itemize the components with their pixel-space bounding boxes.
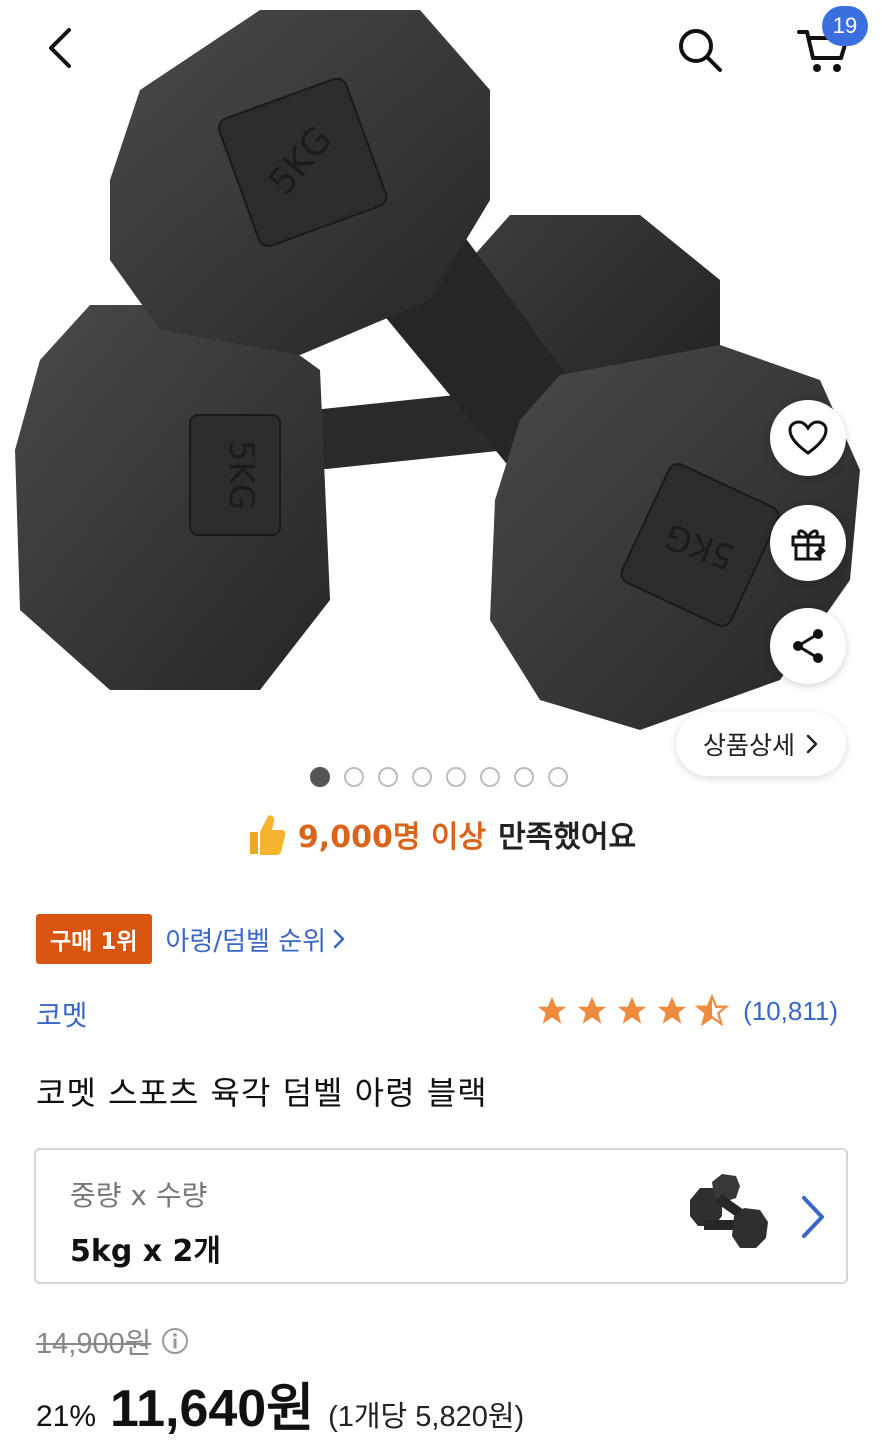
- heart-icon: [788, 420, 828, 455]
- pager-dot[interactable]: [480, 767, 500, 787]
- product-detail-button[interactable]: 상품상세: [676, 712, 846, 776]
- ranking-badge: 구매 1위: [36, 914, 152, 964]
- back-button[interactable]: [30, 18, 90, 78]
- category-ranking-label: 아령/덤벨 순위: [165, 926, 327, 957]
- original-price: 14,900원: [36, 1328, 152, 1360]
- category-ranking-link[interactable]: 아령/덤벨 순위: [166, 921, 347, 958]
- brand-link[interactable]: 코멧: [36, 994, 88, 1034]
- star-full-icon: [537, 996, 567, 1024]
- chevron-left-icon: [49, 28, 71, 68]
- chevron-right-icon: [333, 929, 345, 949]
- star-half-icon: [695, 994, 730, 1027]
- star-full-icon: [657, 996, 687, 1024]
- info-icon[interactable]: [161, 1327, 189, 1355]
- original-price-row: 14,900원: [36, 1320, 189, 1362]
- product-detail-label: 상품상세: [702, 731, 795, 760]
- star-full-icon: [577, 996, 607, 1024]
- discount-rate: 21%: [36, 1400, 97, 1433]
- dumbbell-illustration: 5KG 5KG 5KG: [15, 10, 860, 730]
- search-icon: [679, 29, 722, 72]
- pager-dot-active[interactable]: [310, 767, 330, 787]
- pager-dot[interactable]: [412, 767, 432, 787]
- star-full-icon: [617, 996, 647, 1024]
- pager-dot[interactable]: [344, 767, 364, 787]
- image-pager: [310, 767, 568, 787]
- option-selector[interactable]: 중량 x 수량 5kg x 2개: [34, 1148, 848, 1284]
- pager-dot[interactable]: [446, 767, 466, 787]
- wishlist-button[interactable]: [770, 400, 846, 476]
- unit-price: (1개당 5,820원): [328, 1401, 525, 1433]
- product-image[interactable]: 5KG 5KG 5KG: [0, 0, 882, 760]
- rating-summary[interactable]: (10,811): [535, 994, 838, 1028]
- sale-price: 11,640원: [110, 1380, 315, 1438]
- pager-dot[interactable]: [548, 767, 568, 787]
- chevron-right-icon: [806, 734, 818, 754]
- chevron-right-icon: [802, 1196, 824, 1238]
- pager-dot[interactable]: [514, 767, 534, 787]
- gift-icon: [791, 529, 826, 561]
- satisfaction-banner: 9,000명 이상 만족했어요: [0, 812, 882, 856]
- pager-dot[interactable]: [378, 767, 398, 787]
- thumbs-up-icon: [249, 815, 286, 855]
- product-title: 코멧 스포츠 육각 덤벨 아령 블랙: [36, 1074, 488, 1112]
- option-label: 중량 x 수량: [70, 1179, 208, 1212]
- rating-count: (10,811): [743, 995, 838, 1026]
- gift-button[interactable]: [770, 505, 846, 581]
- search-button[interactable]: [668, 18, 732, 82]
- satisfaction-text: 만족했어요: [498, 820, 637, 855]
- share-button[interactable]: [770, 608, 846, 684]
- sale-price-row: 21% 11,640원 (1개당 5,820원): [36, 1366, 524, 1440]
- option-value: 5kg x 2개: [70, 1234, 222, 1269]
- satisfaction-count: 9,000명 이상: [297, 820, 487, 855]
- option-thumbnail: [690, 1174, 768, 1248]
- weight-label-left: 5KG: [221, 440, 261, 510]
- ranking-row: 구매 1위 아령/덤벨 순위: [36, 914, 346, 964]
- cart-count-badge: 19: [822, 6, 868, 46]
- share-icon: [793, 629, 823, 663]
- top-bar: 19: [0, 0, 882, 100]
